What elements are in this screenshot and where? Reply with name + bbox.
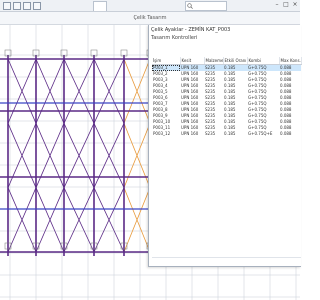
table-cell: S235	[205, 131, 216, 136]
steel-design-panel: Çelik Ayaklar - ZEMİN KAT_P003 Tasarım K…	[148, 25, 302, 267]
window-controls: – □ ×	[274, 2, 298, 8]
column-header[interactable]: Etkili Oranı	[223, 57, 248, 65]
ribbon-strip: Çelik Tasarım	[0, 12, 300, 25]
table-cell: 0.185	[224, 131, 236, 136]
ribbon-title: Çelik Tasarım	[133, 15, 167, 21]
column-header[interactable]: Kombi	[247, 57, 280, 65]
document-tab[interactable]	[93, 1, 107, 11]
title-bar: – □ ×	[0, 0, 300, 12]
column-header[interactable]: İşim	[152, 57, 181, 65]
redo-icon[interactable]	[33, 2, 41, 10]
table-cell: UPN 160	[181, 131, 199, 136]
column-header[interactable]: Kesit	[180, 57, 205, 65]
quick-access-toolbar	[3, 2, 41, 10]
minimize-icon[interactable]: –	[274, 2, 280, 8]
undo-icon[interactable]	[23, 2, 31, 10]
app-icon[interactable]	[3, 2, 11, 10]
maximize-icon[interactable]: □	[283, 2, 289, 8]
table-footer	[152, 257, 301, 264]
table-cell: 0.088	[280, 131, 292, 136]
table-row[interactable]: P003_12 UPN 160 S235 0.185 G+0.75Q+E 0.088	[152, 131, 301, 137]
design-checks-table: İşim Kesit Malzeme Etkili Oranı Kombi Ma…	[152, 57, 302, 137]
search-input[interactable]	[185, 1, 227, 11]
column-header[interactable]: Malzeme	[204, 57, 224, 65]
table-cell: G+0.75Q+E	[248, 131, 273, 136]
table-cell: P003_12	[153, 131, 171, 136]
table-header-row: İşim Kesit Malzeme Etkili Oranı Kombi Ma…	[152, 57, 302, 65]
close-icon[interactable]: ×	[292, 2, 298, 8]
save-icon[interactable]	[13, 2, 21, 10]
panel-subtitle: Tasarım Kontrolleri	[151, 35, 198, 41]
panel-title: Çelik Ayaklar - ZEMİN KAT_P003	[151, 27, 231, 33]
search-icon	[187, 3, 193, 9]
column-header[interactable]: Max Kons.	[279, 57, 302, 65]
